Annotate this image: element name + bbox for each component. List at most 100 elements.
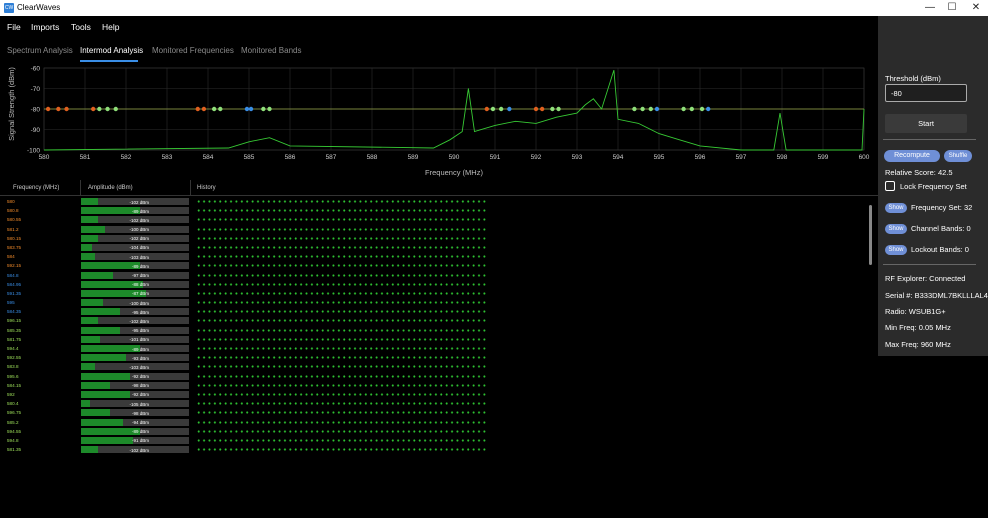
amplitude-value: -102 dBm: [129, 318, 149, 324]
amplitude-bar: -102 dBm: [81, 216, 189, 224]
frequency-marker[interactable]: [105, 106, 110, 112]
recompute-button[interactable]: Recompute: [884, 150, 940, 162]
frequency-marker[interactable]: [261, 106, 266, 112]
frequency-marker[interactable]: [533, 106, 539, 112]
table-row[interactable]: 592 -92 dBm: [0, 390, 870, 399]
table-row[interactable]: 584.95 -88 dBm: [0, 280, 870, 289]
frequency-marker[interactable]: [556, 106, 561, 112]
frequency-marker[interactable]: [699, 106, 705, 112]
table-row[interactable]: 585.35 -95 dBm: [0, 326, 870, 335]
frequency-marker[interactable]: [267, 106, 272, 112]
table-row[interactable]: 585.2 -94 dBm: [0, 418, 870, 427]
frequency-marker[interactable]: [97, 106, 102, 112]
table-row[interactable]: 584 -103 dBm: [0, 252, 870, 261]
amplitude-bar: -95 dBm: [81, 326, 189, 334]
row-frequency: 596.15: [7, 318, 22, 324]
frequency-marker[interactable]: [550, 106, 555, 112]
minimize-icon[interactable]: —: [923, 1, 937, 15]
table-row[interactable]: 581.75 -101 dBm: [0, 335, 870, 344]
tab-intermod-analysis[interactable]: Intermod Analysis: [80, 46, 143, 55]
amplitude-value: -100 dBm: [129, 227, 149, 233]
frequency-marker[interactable]: [244, 106, 250, 112]
lock-frequency-checkbox[interactable]: [885, 181, 895, 191]
table-row[interactable]: 596.75 -98 dBm: [0, 408, 870, 417]
table-row[interactable]: 584.35 -95 dBm: [0, 307, 870, 316]
history-dots: [196, 392, 486, 396]
close-icon[interactable]: ✕: [969, 1, 983, 15]
table-row[interactable]: 592.55 -93 dBm: [0, 353, 870, 362]
show-lockout-bands-button[interactable]: Show: [885, 245, 907, 255]
amplitude-value: -89 dBm: [131, 263, 149, 269]
table-row[interactable]: 581.2 -100 dBm: [0, 225, 870, 234]
table-row[interactable]: 594.55 -89 dBm: [0, 427, 870, 436]
menu-file[interactable]: File: [7, 22, 21, 32]
table-row[interactable]: 584.15 -98 dBm: [0, 381, 870, 390]
threshold-input[interactable]: [885, 84, 967, 102]
table-row[interactable]: 580.4 -105 dBm: [0, 399, 870, 408]
tab-spectrum-analysis[interactable]: Spectrum Analysis: [7, 46, 73, 55]
table-row[interactable]: 594.4 -89 dBm: [0, 344, 870, 353]
header-history[interactable]: History: [197, 185, 216, 191]
frequency-marker[interactable]: [64, 106, 69, 112]
x-tick-label: 586: [285, 154, 296, 161]
table-row[interactable]: 594.8 -91 dBm: [0, 436, 870, 445]
frequency-marker[interactable]: [507, 106, 512, 112]
frequency-marker[interactable]: [211, 106, 217, 112]
table-row[interactable]: 583.8 -103 dBm: [0, 362, 870, 371]
table-row[interactable]: 584.8 -97 dBm: [0, 271, 870, 280]
show-channel-bands-button[interactable]: Show: [885, 224, 907, 234]
table-row[interactable]: 596.15 -102 dBm: [0, 316, 870, 325]
frequency-marker[interactable]: [490, 106, 496, 112]
frequency-marker[interactable]: [689, 106, 694, 112]
menu-imports[interactable]: Imports: [31, 22, 59, 32]
header-frequency[interactable]: Frequency (MHz): [13, 185, 59, 191]
frequency-marker[interactable]: [706, 106, 711, 112]
x-tick-label: 593: [572, 154, 583, 161]
table-scrollbar[interactable]: [869, 205, 872, 265]
frequency-marker[interactable]: [632, 106, 637, 112]
table-row[interactable]: 591.35 -87 dBm: [0, 289, 870, 298]
table-row[interactable]: 581.35 -102 dBm: [0, 445, 870, 454]
frequency-marker[interactable]: [539, 106, 545, 112]
frequency-marker[interactable]: [654, 106, 660, 112]
amplitude-value: -104 dBm: [129, 245, 149, 251]
table-row[interactable]: 580.8 -89 dBm: [0, 206, 870, 215]
table-row[interactable]: 583.75 -104 dBm: [0, 243, 870, 252]
frequency-marker[interactable]: [681, 106, 686, 112]
history-dots: [196, 209, 486, 213]
amplitude-value: -89 dBm: [131, 346, 149, 352]
menu-help[interactable]: Help: [102, 22, 119, 32]
spectrum-chart: Signal Strength (dBm) Frequency (MHz) -6…: [7, 66, 870, 178]
amplitude-fill: [81, 354, 127, 362]
shuffle-button[interactable]: Shuffle: [944, 150, 972, 162]
table-row[interactable]: 580 -102 dBm: [0, 197, 870, 206]
frequency-marker[interactable]: [56, 106, 61, 112]
amplitude-fill: [81, 418, 124, 426]
tab-monitored-bands[interactable]: Monitored Bands: [241, 46, 301, 55]
history-dots: [196, 411, 486, 415]
frequency-marker[interactable]: [195, 106, 200, 112]
maximize-icon[interactable]: ☐: [945, 1, 959, 15]
frequency-marker[interactable]: [218, 106, 223, 112]
show-frequency-set-button[interactable]: Show: [885, 203, 907, 213]
frequency-marker[interactable]: [91, 106, 96, 112]
frequency-marker[interactable]: [45, 106, 51, 112]
frequency-marker[interactable]: [498, 106, 504, 112]
start-button[interactable]: Start: [885, 114, 967, 133]
frequency-marker[interactable]: [648, 106, 653, 112]
frequency-marker[interactable]: [484, 106, 489, 112]
table-row[interactable]: 595 -100 dBm: [0, 298, 870, 307]
frequency-marker[interactable]: [248, 106, 254, 112]
table-row[interactable]: 592.15 -89 dBm: [0, 261, 870, 270]
frequency-marker[interactable]: [640, 106, 645, 112]
table-row[interactable]: 580.55 -102 dBm: [0, 215, 870, 224]
row-frequency: 581.2: [7, 226, 19, 232]
header-amplitude[interactable]: Amplitude (dBm): [88, 185, 133, 191]
menu-tools[interactable]: Tools: [71, 22, 91, 32]
y-tick-label: -60: [31, 66, 41, 73]
frequency-marker[interactable]: [113, 106, 118, 112]
frequency-marker[interactable]: [201, 106, 207, 112]
tab-monitored-frequencies[interactable]: Monitored Frequencies: [152, 46, 234, 55]
table-row[interactable]: 580.15 -102 dBm: [0, 234, 870, 243]
table-row[interactable]: 595.6 -92 dBm: [0, 372, 870, 381]
